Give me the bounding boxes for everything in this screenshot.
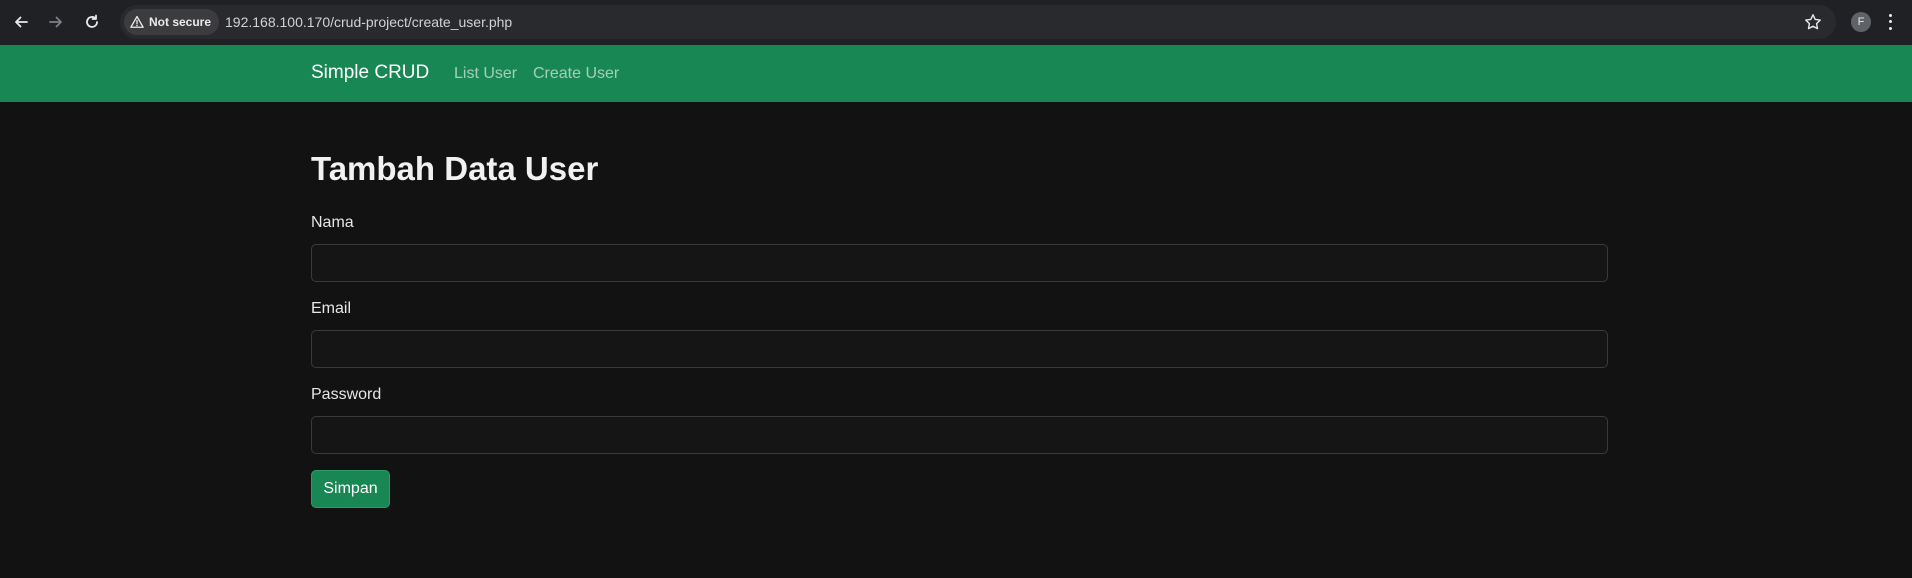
navbar-brand[interactable]: Simple CRUD <box>311 62 429 84</box>
kebab-menu-icon[interactable] <box>1886 12 1894 32</box>
star-icon[interactable] <box>1804 13 1822 31</box>
password-input[interactable] <box>311 416 1608 454</box>
browser-toolbar: Not secure 192.168.100.170/crud-project/… <box>0 0 1912 45</box>
url-text[interactable]: 192.168.100.170/crud-project/create_user… <box>225 14 512 30</box>
email-label: Email <box>311 300 352 317</box>
nav-link-create-user[interactable]: Create User <box>533 65 619 83</box>
address-bar[interactable]: Not secure 192.168.100.170/crud-project/… <box>120 5 1836 39</box>
email-input[interactable] <box>311 330 1608 368</box>
profile-avatar[interactable]: F <box>1851 12 1871 32</box>
nama-input[interactable] <box>311 244 1608 282</box>
back-arrow-icon <box>15 16 28 28</box>
security-label: Not secure <box>149 15 212 29</box>
simpan-button[interactable]: Simpan <box>311 470 390 508</box>
app-navbar: Simple CRUD List User Create User <box>0 45 1912 102</box>
warning-icon <box>130 15 144 28</box>
nav-link-list-user[interactable]: List User <box>454 65 517 83</box>
forward-arrow-icon <box>49 16 62 28</box>
back-button[interactable] <box>9 10 33 34</box>
reload-button[interactable] <box>80 10 104 34</box>
password-label: Password <box>311 386 382 403</box>
forward-button[interactable] <box>44 10 68 34</box>
security-chip[interactable]: Not secure <box>124 9 220 35</box>
reload-icon <box>86 14 98 28</box>
nama-label: Nama <box>311 214 354 231</box>
page-title: Tambah Data User <box>311 150 599 187</box>
